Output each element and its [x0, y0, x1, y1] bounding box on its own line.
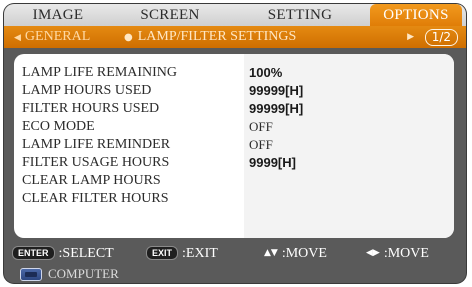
row-label: CLEAR FILTER HOURS: [22, 191, 169, 206]
row-value: 100%: [249, 65, 283, 80]
tab-options[interactable]: OPTIONS: [370, 4, 462, 26]
hint-exit-label: :EXIT: [182, 246, 218, 261]
row-label: LAMP HOURS USED: [22, 83, 152, 98]
subtab-lamp-filter-settings[interactable]: ● LAMP/FILTER SETTINGS: [124, 26, 296, 48]
projector-osd: IMAGE SCREEN SETTING OPTIONS ◀ GENERAL ● L…: [0, 0, 472, 287]
row-label: ECO MODE: [22, 119, 95, 134]
row-label: LAMP LIFE REMINDER: [22, 137, 171, 152]
hint-move-horizontal-label: :MOVE: [383, 246, 429, 262]
button-hint-bar: ENTER:SELECT EXIT:EXIT ▲▼:MOVE ◀▶:MOVE: [4, 244, 466, 264]
up-down-arrow-icon: ▲▼: [264, 248, 278, 258]
subtab-general-label: GENERAL: [24, 29, 91, 44]
hint-select: ENTER:SELECT: [12, 244, 114, 264]
row-label: CLEAR LAMP HOURS: [22, 173, 161, 188]
page-indicator: 1/2: [424, 29, 458, 46]
subtab-general[interactable]: ◀ GENERAL: [14, 26, 90, 48]
triangle-left-icon: ◀: [14, 33, 21, 43]
row-label: FILTER HOURS USED: [22, 101, 160, 116]
row-value: OFF: [249, 137, 273, 152]
row-label: LAMP LIFE REMAINING: [22, 65, 178, 80]
tab-image[interactable]: IMAGE: [18, 4, 98, 26]
exit-key-icon: EXIT: [146, 245, 179, 260]
bullet-icon: ●: [124, 32, 133, 43]
row-value: OFF: [249, 119, 273, 134]
row-value: 99999[H]: [249, 83, 304, 98]
tab-screen[interactable]: SCREEN: [122, 4, 218, 26]
hint-move-vertical-label: :MOVE: [281, 246, 327, 262]
left-right-arrow-icon: ◀▶: [366, 248, 380, 258]
row-value: 9999[H]: [249, 155, 296, 170]
tab-setting[interactable]: SETTING: [250, 4, 350, 26]
hint-exit: EXIT:EXIT: [146, 244, 218, 264]
osd-menu-frame: IMAGE SCREEN SETTING OPTIONS ◀ GENERAL ● L…: [4, 4, 466, 283]
computer-input-icon: [20, 268, 42, 281]
sub-tab-bar: ◀ GENERAL ● LAMP/FILTER SETTINGS ▶ 1/2: [4, 26, 466, 48]
main-tab-bar: IMAGE SCREEN SETTING OPTIONS: [4, 4, 466, 26]
hint-move-vertical: ▲▼:MOVE: [264, 244, 327, 264]
triangle-right-icon[interactable]: ▶: [407, 26, 414, 48]
row-value: 99999[H]: [249, 101, 304, 116]
enter-key-icon: ENTER: [12, 245, 55, 260]
input-source-label: COMPUTER: [48, 266, 119, 281]
input-source-bar: COMPUTER: [4, 264, 466, 283]
hint-select-label: :SELECT: [58, 246, 114, 261]
hint-move-horizontal: ◀▶:MOVE: [366, 244, 429, 264]
subtab-lamp-filter-label: LAMP/FILTER SETTINGS: [137, 29, 297, 44]
row-label: FILTER USAGE HOURS: [22, 155, 170, 170]
